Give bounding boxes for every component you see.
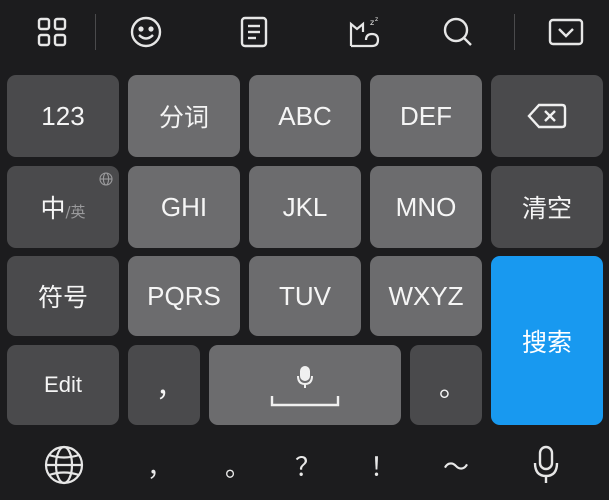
bottom-comma[interactable]: ， [140, 438, 180, 492]
abc-key-label: ABC [278, 100, 332, 131]
jkl-key[interactable]: JKL [249, 166, 361, 248]
numbers-key[interactable]: 123 [7, 75, 119, 157]
backspace-key[interactable] [491, 75, 603, 157]
bottom-exclaim-label: ！ [369, 452, 396, 483]
globe-switch-icon[interactable] [40, 438, 88, 492]
bottom-tilde-label: ～ [442, 452, 469, 483]
keyboard-toolbar: z z [0, 0, 609, 66]
bottom-question[interactable]: ？ [288, 438, 328, 492]
segment-key[interactable]: 分词 [128, 75, 240, 157]
symbols-key[interactable]: 符号 [7, 256, 119, 336]
mno-key-label: MNO [395, 191, 457, 222]
bottom-period-label: 。 [224, 452, 251, 483]
jkl-key-label: JKL [282, 191, 328, 222]
language-alt-label: /英 [65, 202, 86, 221]
abc-key[interactable]: ABC [249, 75, 361, 157]
space-mic-icon [296, 365, 314, 389]
svg-text:z: z [370, 18, 374, 27]
tuv-key[interactable]: TUV [249, 256, 361, 336]
language-main-label: 中 [40, 194, 66, 223]
comma-key[interactable]: ， [128, 345, 200, 425]
ghi-key[interactable]: GHI [128, 166, 240, 248]
space-bar-icon [270, 395, 340, 407]
wxyz-key-label: WXYZ [388, 280, 464, 311]
bottom-exclaim[interactable]: ！ [363, 438, 403, 492]
pqrs-key-label: PQRS [147, 280, 221, 311]
wxyz-key[interactable]: WXYZ [370, 256, 482, 336]
bottom-period[interactable]: 。 [218, 438, 258, 492]
search-icon[interactable] [434, 8, 482, 56]
clear-key-label: 清空 [521, 194, 572, 223]
bottom-bar: ， 。 ？ ！ ～ [0, 430, 609, 500]
bottom-question-label: ？ [294, 452, 321, 483]
clipboard-icon[interactable] [230, 8, 278, 56]
search-key-label: 搜索 [521, 327, 572, 357]
edit-key-label: Edit [44, 372, 82, 397]
toolbar-divider [514, 14, 515, 50]
numbers-key-label: 123 [41, 100, 85, 131]
comma-key-label: ， [155, 370, 184, 403]
mno-key[interactable]: MNO [370, 166, 482, 248]
def-key-label: DEF [400, 100, 452, 131]
period-key-label: 。 [438, 370, 467, 403]
tuv-key-label: TUV [279, 280, 331, 311]
def-key[interactable]: DEF [370, 75, 482, 157]
voice-input-icon[interactable] [522, 438, 570, 492]
collapse-keyboard-icon[interactable] [542, 8, 590, 56]
search-key[interactable]: 搜索 [491, 256, 603, 425]
emoji-icon[interactable] [122, 8, 170, 56]
cat-sleep-icon[interactable]: z z [340, 8, 388, 56]
ghi-key-label: GHI [160, 191, 208, 222]
segment-key-label: 分词 [158, 103, 209, 132]
space-key[interactable] [209, 345, 401, 425]
edit-key[interactable]: Edit [7, 345, 119, 425]
bottom-tilde[interactable]: ～ [436, 438, 476, 492]
pqrs-key[interactable]: PQRS [128, 256, 240, 336]
bottom-comma-label: ， [146, 452, 173, 483]
backspace-icon [527, 102, 567, 130]
globe-icon [99, 172, 113, 186]
symbols-key-label: 符号 [37, 283, 88, 312]
language-switch-key[interactable]: 中/英 [7, 166, 119, 248]
svg-text:z: z [375, 16, 378, 23]
clear-key[interactable]: 清空 [491, 166, 603, 248]
toolbar-divider [95, 14, 96, 50]
apps-grid-icon[interactable] [28, 8, 76, 56]
period-key[interactable]: 。 [410, 345, 482, 425]
